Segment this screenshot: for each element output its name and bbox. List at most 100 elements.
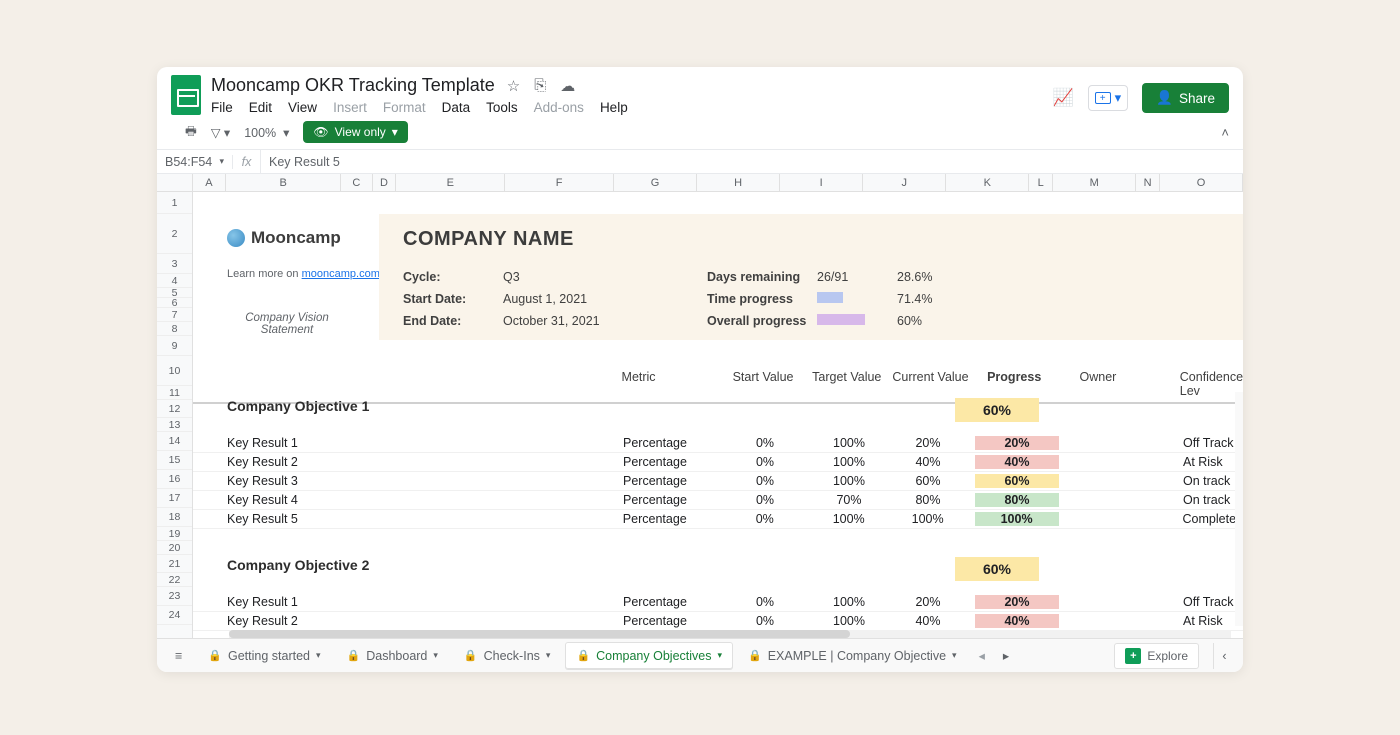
menu-data[interactable]: Data	[442, 100, 471, 115]
filter-icon[interactable]: ▽ ▾	[211, 125, 230, 140]
col-header-A[interactable]: A	[193, 174, 227, 191]
sheet-tab[interactable]: 🔒Getting started▾	[198, 643, 330, 669]
key-result-row[interactable]: Key Result 2Percentage0%100%40%40%At Ris…	[193, 612, 1243, 631]
col-header-E[interactable]: E	[396, 174, 505, 191]
row-header-12[interactable]: 12	[157, 400, 192, 418]
kr-name: Key Result 2	[193, 614, 623, 628]
formula-input[interactable]: Key Result 5	[261, 155, 1243, 169]
kr-progress: 100%	[975, 512, 1059, 526]
kr-start-value: 0%	[723, 493, 807, 507]
sheets-logo-icon[interactable]	[171, 75, 201, 115]
cloud-status-icon[interactable]: ☁	[560, 77, 575, 95]
sheet-tab[interactable]: 🔒Dashboard▾	[337, 643, 448, 669]
menu-help[interactable]: Help	[600, 100, 628, 115]
row-header-10[interactable]: 10	[157, 356, 192, 386]
col-header-N[interactable]: N	[1136, 174, 1160, 191]
scrollbar-thumb[interactable]	[229, 630, 850, 638]
row-header-9[interactable]: 9	[157, 336, 192, 356]
chevron-down-icon: ▾	[1115, 90, 1122, 106]
key-result-row[interactable]: Key Result 1Percentage0%100%20%20%Off Tr…	[193, 434, 1243, 453]
activity-icon[interactable]: 📈	[1052, 88, 1073, 108]
tab-scroll-right[interactable]: ▸	[997, 648, 1015, 663]
sheet-tab[interactable]: 🔒EXAMPLE | Company Objective▾	[738, 643, 967, 669]
key-result-row[interactable]: Key Result 2Percentage0%100%40%40%At Ris…	[193, 453, 1243, 472]
kr-metric: Percentage	[623, 493, 723, 507]
row-header-7[interactable]: 7	[157, 308, 192, 322]
key-result-row[interactable]: Key Result 5Percentage0%100%100%100%Comp…	[193, 510, 1243, 529]
key-result-row[interactable]: Key Result 1Percentage0%100%20%20%Off Tr…	[193, 593, 1243, 612]
col-progress: Progress	[972, 370, 1056, 398]
document-title[interactable]: Mooncamp OKR Tracking Template	[211, 75, 495, 96]
chevron-down-icon: ▾	[433, 650, 438, 661]
col-header-G[interactable]: G	[614, 174, 697, 191]
company-name-heading: COMPANY NAME	[403, 228, 574, 251]
show-side-panel[interactable]: ‹	[1213, 643, 1235, 669]
menu-edit[interactable]: Edit	[249, 100, 272, 115]
col-header-B[interactable]: B	[226, 174, 341, 191]
row-header-11[interactable]: 11	[157, 386, 192, 400]
row-header-24[interactable]: 24	[157, 606, 192, 625]
view-only-badge[interactable]: 👁 View only ▾	[303, 121, 407, 143]
row-header-1[interactable]: 1	[157, 192, 192, 214]
kr-metric: Percentage	[623, 614, 723, 628]
kr-start-value: 0%	[723, 512, 807, 526]
row-header-6[interactable]: 6	[157, 298, 192, 308]
menu-view[interactable]: View	[288, 100, 317, 115]
col-header-F[interactable]: F	[505, 174, 614, 191]
name-box[interactable]: B54:F54 ▾	[157, 155, 233, 169]
row-header-22[interactable]: 22	[157, 573, 192, 587]
row-header-16[interactable]: 16	[157, 470, 192, 489]
row-header-14[interactable]: 14	[157, 432, 192, 451]
cycle-value: Q3	[503, 270, 653, 284]
row-header-23[interactable]: 23	[157, 587, 192, 606]
key-result-row[interactable]: Key Result 4Percentage0%70%80%80%On trac…	[193, 491, 1243, 510]
sheet-tab[interactable]: 🔒Check-Ins▾	[454, 643, 561, 669]
row-header-13[interactable]: 13	[157, 418, 192, 432]
all-sheets-button[interactable]: ≡	[165, 643, 192, 669]
row-header-15[interactable]: 15	[157, 451, 192, 470]
menu-format[interactable]: Format	[383, 100, 426, 115]
select-all-corner[interactable]	[157, 174, 193, 191]
col-header-I[interactable]: I	[780, 174, 863, 191]
row-header-19[interactable]: 19	[157, 527, 192, 541]
kr-start-value: 0%	[723, 436, 807, 450]
explore-button[interactable]: + Explore	[1114, 643, 1199, 669]
share-button[interactable]: 👤 Share	[1142, 83, 1229, 113]
col-header-K[interactable]: K	[946, 174, 1029, 191]
row-header-20[interactable]: 20	[157, 541, 192, 555]
tab-scroll-left[interactable]: ◂	[973, 648, 991, 663]
kr-target-value: 70%	[807, 493, 891, 507]
vertical-scrollbar[interactable]	[1235, 392, 1243, 626]
col-header-J[interactable]: J	[863, 174, 946, 191]
zoom-select[interactable]: 100% ▾	[244, 125, 289, 140]
print-icon[interactable]: 🖶	[185, 122, 197, 143]
menu-tools[interactable]: Tools	[486, 100, 518, 115]
col-header-O[interactable]: O	[1160, 174, 1243, 191]
menu-add-ons[interactable]: Add-ons	[534, 100, 584, 115]
menu-insert[interactable]: Insert	[333, 100, 367, 115]
spreadsheet-grid[interactable]: 123456789101112131415161718192021222324 …	[157, 192, 1243, 638]
row-header-21[interactable]: 21	[157, 555, 192, 573]
move-icon[interactable]: ⎘	[534, 77, 546, 95]
row-header-3[interactable]: 3	[157, 254, 192, 274]
collapse-toolbar-icon[interactable]: ˄	[1221, 125, 1229, 140]
star-icon[interactable]: ☆	[507, 77, 520, 95]
kr-confidence: Completed	[1143, 512, 1243, 526]
mooncamp-link[interactable]: mooncamp.com	[302, 268, 380, 280]
row-header-2[interactable]: 2	[157, 214, 192, 254]
row-header-8[interactable]: 8	[157, 322, 192, 336]
row-header-17[interactable]: 17	[157, 489, 192, 508]
col-header-D[interactable]: D	[373, 174, 397, 191]
row-header-18[interactable]: 18	[157, 508, 192, 527]
col-header-L[interactable]: L	[1029, 174, 1053, 191]
present-button[interactable]: + ▾	[1088, 85, 1129, 111]
kr-current-value: 20%	[891, 436, 975, 450]
col-header-M[interactable]: M	[1053, 174, 1136, 191]
key-result-row[interactable]: Key Result 3Percentage0%100%60%60%On tra…	[193, 472, 1243, 491]
row-header-4[interactable]: 4	[157, 274, 192, 288]
horizontal-scrollbar[interactable]	[229, 630, 1231, 638]
col-header-C[interactable]: C	[341, 174, 373, 191]
sheet-tab[interactable]: 🔒Company Objectives▾	[566, 643, 732, 669]
menu-file[interactable]: File	[211, 100, 233, 115]
col-header-H[interactable]: H	[697, 174, 780, 191]
